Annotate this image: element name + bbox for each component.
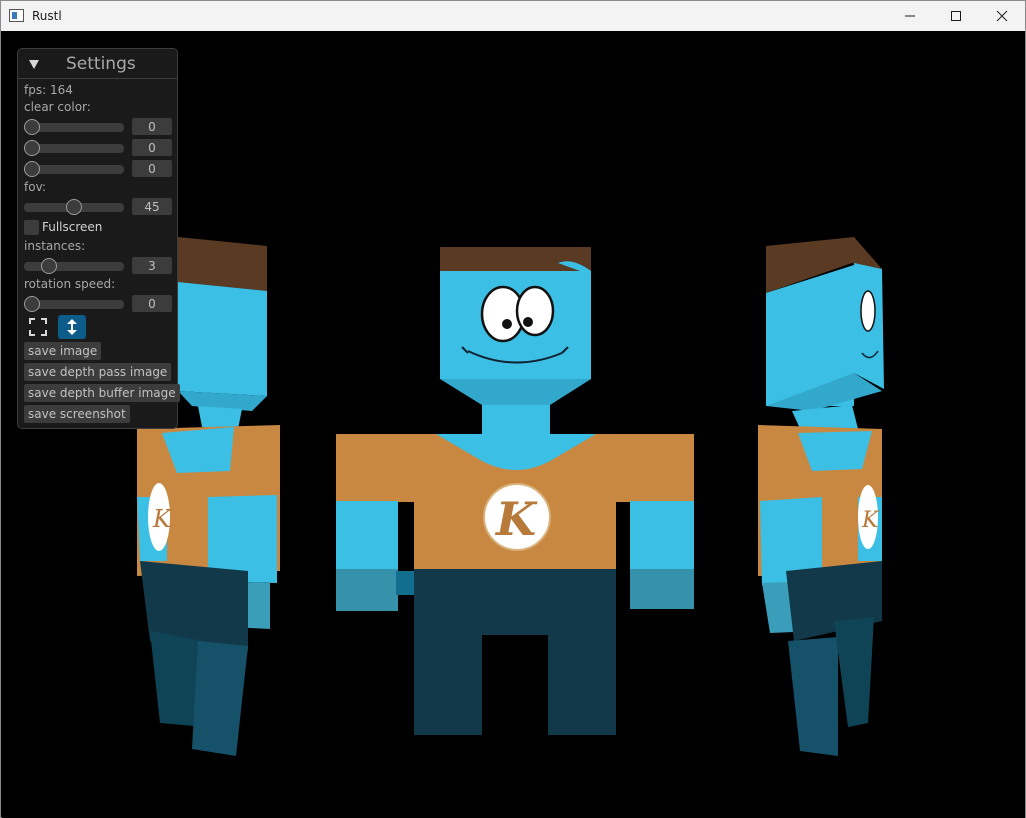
fullscreen-corners-icon xyxy=(29,318,47,336)
triangle-down-icon[interactable] xyxy=(28,58,40,70)
slider-knob[interactable] xyxy=(24,296,40,312)
vertical-resize-icon xyxy=(67,319,77,335)
fps-label: fps: 164 xyxy=(24,83,73,97)
app-window-icon xyxy=(9,8,25,24)
fov-value[interactable]: 45 xyxy=(132,198,172,215)
slider-knob[interactable] xyxy=(24,140,40,156)
close-icon xyxy=(996,10,1008,22)
fullscreen-toggle-button[interactable] xyxy=(24,315,52,339)
character-right: K xyxy=(758,237,884,756)
save-depth-buffer-image-button[interactable]: save depth buffer image xyxy=(24,384,180,402)
clear-color-g-value[interactable]: 0 xyxy=(132,139,172,156)
fullscreen-label[interactable]: Fullscreen xyxy=(42,220,102,234)
left-logo-letter: K xyxy=(152,505,173,533)
maximize-icon xyxy=(951,11,961,21)
settings-panel-header[interactable]: Settings xyxy=(18,49,177,79)
title-bar[interactable]: Rustl xyxy=(1,1,1025,31)
slider-knob[interactable] xyxy=(24,119,40,135)
vertical-resize-button[interactable] xyxy=(58,315,86,339)
rotation-speed-value[interactable]: 0 xyxy=(132,295,172,312)
slider-knob[interactable] xyxy=(24,161,40,177)
save-screenshot-button[interactable]: save screenshot xyxy=(24,405,130,423)
maximize-button[interactable] xyxy=(933,1,979,31)
save-depth-pass-image-button[interactable]: save depth pass image xyxy=(24,363,172,381)
slider-knob[interactable] xyxy=(66,199,82,215)
close-button[interactable] xyxy=(979,1,1025,31)
clear-color-b-value[interactable]: 0 xyxy=(132,160,172,177)
instances-label: instances: xyxy=(24,239,86,253)
clear-color-r-slider[interactable] xyxy=(24,119,124,135)
fov-label: fov: xyxy=(24,180,47,194)
settings-title: Settings xyxy=(66,54,136,74)
fov-slider[interactable] xyxy=(24,199,124,215)
app-window: Rustl K K K Settings fps: 164 clear colo… xyxy=(0,0,1026,818)
minimize-button[interactable] xyxy=(887,1,933,31)
clear-color-label: clear color: xyxy=(24,100,91,114)
instances-slider[interactable] xyxy=(24,258,124,274)
settings-panel: Settings fps: 164 clear color: 0 0 0 fov… xyxy=(17,48,180,429)
right-logo-letter: K xyxy=(861,508,880,533)
clear-color-b-slider[interactable] xyxy=(24,161,124,177)
save-image-button[interactable]: save image xyxy=(24,342,102,360)
slider-knob[interactable] xyxy=(41,258,57,274)
rotation-speed-slider[interactable] xyxy=(24,296,124,312)
window-title: Rustl xyxy=(32,9,62,23)
minimize-icon xyxy=(905,15,915,17)
character-center: K xyxy=(336,247,694,735)
fullscreen-checkbox[interactable] xyxy=(24,220,39,235)
clear-color-r-value[interactable]: 0 xyxy=(132,118,172,135)
rotation-speed-label: rotation speed: xyxy=(24,277,116,291)
clear-color-g-slider[interactable] xyxy=(24,140,124,156)
instances-value[interactable]: 3 xyxy=(132,257,172,274)
center-logo-letter: K xyxy=(494,492,538,546)
